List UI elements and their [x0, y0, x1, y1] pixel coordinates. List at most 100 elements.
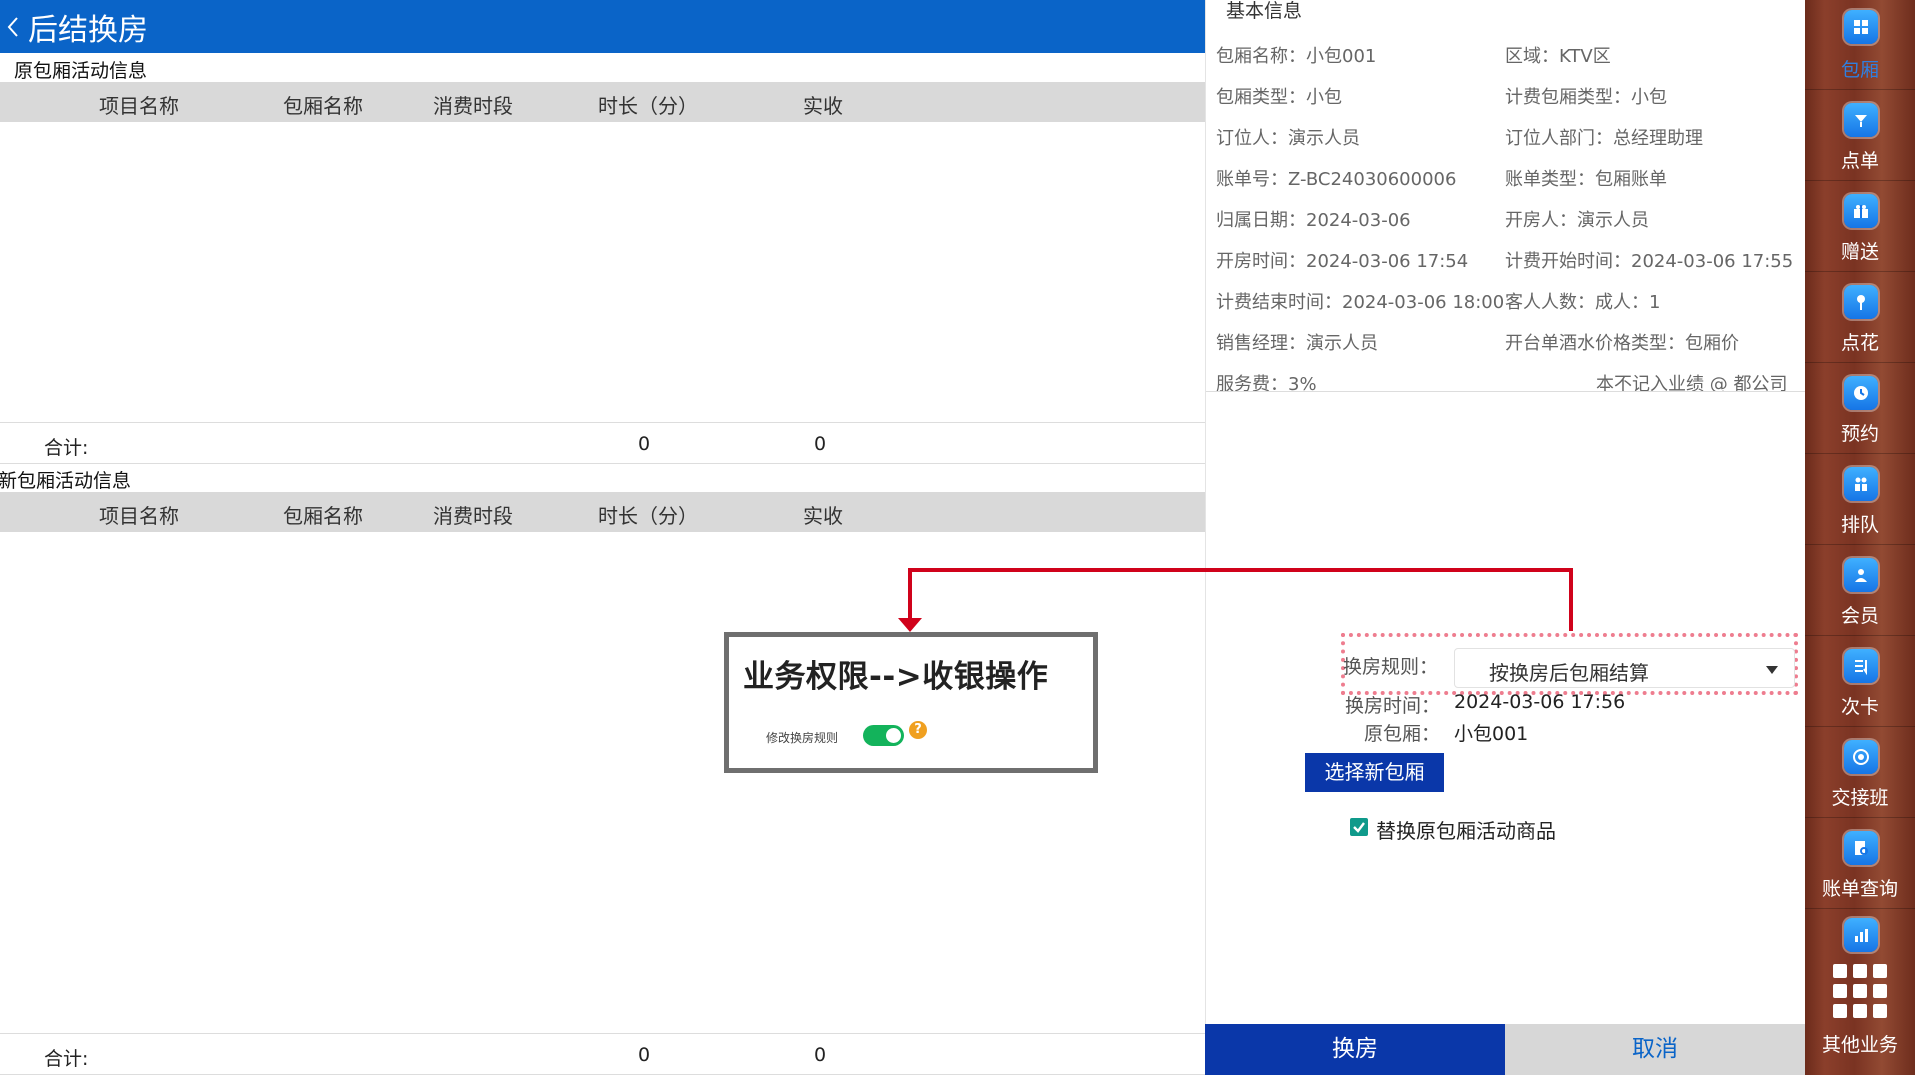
info-area: 区域：KTV区 — [1505, 46, 1611, 67]
info-opener: 开房人：演示人员 — [1505, 210, 1649, 231]
original-room-value: 小包001 — [1454, 723, 1529, 745]
info-open-time: 开房时间：2024-03-06 17:54 — [1216, 251, 1469, 272]
activity-pane: 后结换房 原包厢活动信息 项目名称 包厢名称 消费时段 时长（分） 实收 合计:… — [0, 0, 1205, 1075]
gift-icon — [1844, 194, 1878, 228]
help-icon[interactable]: ? — [909, 721, 927, 739]
info-billing-start: 计费开始时间：2024-03-06 17:55 — [1505, 251, 1794, 272]
info-room-name: 包厢名称：小包001 — [1216, 46, 1377, 67]
info-billing-room-type: 计费包厢类型：小包 — [1505, 87, 1667, 108]
info-pane: 基本信息 包厢名称：小包001 区域：KTV区 包厢类型：小包 计费包厢类型：小… — [1205, 0, 1806, 1075]
rule-select[interactable]: 按换房后包厢结算 — [1454, 648, 1795, 688]
sidebar-item-flower[interactable]: 点花 — [1805, 273, 1915, 363]
info-billing-end: 计费结束时间：2024-03-06 18:00 — [1216, 292, 1505, 313]
col-item-name: 项目名称 — [99, 94, 179, 118]
basic-info-heading: 基本信息 — [1226, 0, 1303, 22]
col-duration: 时长（分） — [598, 94, 698, 118]
dropdown-caret-icon — [1766, 666, 1778, 674]
more-apps-icon[interactable] — [1833, 964, 1887, 1018]
col-item-name: 项目名称 — [99, 504, 179, 528]
replace-activity-checkbox[interactable] — [1350, 818, 1368, 836]
permission-callout: 业务权限-->收银操作 修改换房规则 ? — [724, 632, 1098, 773]
new-table-header: 项目名称 包厢名称 消费时段 时长（分） 实收 — [0, 492, 1205, 532]
total-duration: 0 — [638, 1044, 651, 1066]
sidebar-item-label: 赠送 — [1840, 241, 1879, 263]
sidebar-item-gift[interactable]: 赠送 — [1805, 182, 1915, 272]
handover-icon — [1844, 740, 1878, 774]
original-room-label: 原包厢： — [1364, 723, 1441, 745]
queue-icon — [1844, 467, 1878, 501]
info-guest-count: 客人人数：成人：1 — [1505, 292, 1661, 313]
original-table-body — [0, 122, 1205, 422]
top-bar: 后结换房 — [0, 0, 1205, 53]
basic-info-grid: 包厢名称：小包001 区域：KTV区 包厢类型：小包 计费包厢类型：小包 订位人… — [1206, 36, 1806, 392]
info-booker: 订位人：演示人员 — [1216, 128, 1360, 149]
app-root: 后结换房 原包厢活动信息 项目名称 包厢名称 消费时段 时长（分） 实收 合计:… — [0, 0, 1915, 1075]
cancel-button[interactable]: 取消 — [1505, 1024, 1805, 1075]
select-new-room-button[interactable]: 选择新包厢 — [1305, 753, 1444, 792]
member-icon — [1844, 558, 1878, 592]
info-bill-type: 账单类型：包厢账单 — [1505, 169, 1667, 190]
sidebar-item-label: 会员 — [1840, 605, 1879, 627]
new-section-title: 新包厢活动信息 — [0, 470, 132, 492]
col-received: 实收 — [803, 94, 843, 118]
col-room-name: 包厢名称 — [283, 94, 363, 118]
info-performance-note: 本不记入业绩 @ 都公司 — [1596, 374, 1788, 392]
total-received: 0 — [814, 1044, 827, 1066]
sidebar-item-report[interactable] — [1805, 910, 1915, 952]
col-duration: 时长（分） — [598, 504, 698, 528]
report-icon — [1844, 918, 1878, 952]
col-received: 实收 — [803, 504, 843, 528]
confirm-change-room-button[interactable]: 换房 — [1205, 1024, 1505, 1075]
total-label: 合计: — [44, 1048, 89, 1070]
sidebar-item-member[interactable]: 会员 — [1805, 546, 1915, 636]
info-business-date: 归属日期：2024-03-06 — [1216, 210, 1411, 231]
grid-icon — [1844, 10, 1878, 44]
change-time-label: 换房时间： — [1345, 695, 1441, 717]
sidebar-item-queue[interactable]: 排队 — [1805, 455, 1915, 545]
total-duration: 0 — [638, 433, 651, 455]
info-price-type: 开台单酒水价格类型：包厢价 — [1505, 333, 1739, 354]
order-icon — [1844, 103, 1878, 137]
info-bill-no: 账单号：Z-BC24030600006 — [1216, 169, 1457, 190]
sidebar-item-label: 预约 — [1840, 423, 1879, 445]
sidebar-item-handover[interactable]: 交接班 — [1805, 728, 1915, 818]
flower-icon — [1844, 285, 1878, 319]
info-sales-manager: 销售经理：演示人员 — [1216, 333, 1378, 354]
permission-toggle-label: 修改换房规则 — [766, 731, 839, 745]
original-section-title: 原包厢活动信息 — [14, 60, 148, 82]
sidebar-item-label: 包厢 — [1840, 59, 1879, 81]
check-icon — [1353, 822, 1365, 833]
new-total-row: 合计: 0 0 — [0, 1033, 1205, 1075]
sidebar-item-bill-search[interactable]: 账单查询 — [1805, 819, 1915, 909]
bill-search-icon — [1844, 831, 1878, 865]
page-title: 后结换房 — [28, 12, 148, 48]
total-label: 合计: — [44, 437, 89, 459]
col-room-name: 包厢名称 — [283, 504, 363, 528]
reservation-icon — [1844, 376, 1878, 410]
info-room-type: 包厢类型：小包 — [1216, 87, 1342, 108]
sidebar-item-order[interactable]: 点单 — [1805, 91, 1915, 181]
sidebar-item-card[interactable]: 次卡 — [1805, 637, 1915, 727]
sidebar-item-label: 点花 — [1840, 332, 1879, 354]
info-booker-dept: 订位人部门：总经理助理 — [1505, 128, 1703, 149]
new-table-body — [0, 532, 1205, 1032]
replace-activity-label[interactable]: 替换原包厢活动商品 — [1376, 815, 1556, 844]
permission-path-title: 业务权限-->收银操作 — [743, 659, 1049, 695]
action-bar: 换房 取消 — [1205, 1024, 1805, 1075]
sidebar-item-rooms[interactable]: 包厢 — [1805, 0, 1915, 90]
more-apps-label[interactable]: 其他业务 — [1805, 1030, 1915, 1057]
original-table-header: 项目名称 包厢名称 消费时段 时长（分） 实收 — [0, 82, 1205, 122]
sidebar-item-label: 账单查询 — [1821, 878, 1898, 900]
total-received: 0 — [814, 433, 827, 455]
sidebar-item-label: 次卡 — [1840, 696, 1879, 718]
sidebar-item-label: 排队 — [1840, 514, 1879, 536]
back-button[interactable] — [0, 0, 26, 53]
sidebar-item-label: 点单 — [1840, 150, 1879, 172]
modify-rule-toggle[interactable] — [863, 725, 904, 746]
chevron-left-icon — [7, 16, 18, 37]
col-period: 消费时段 — [433, 94, 513, 118]
rule-select-value: 按换房后包厢结算 — [1489, 661, 1649, 685]
side-nav: 包厢 点单 赠送 点花 预约 排队 会员 次卡 交接班 账单查询 其他业务 — [1805, 0, 1915, 1075]
original-total-row: 合计: 0 0 — [0, 422, 1205, 464]
sidebar-item-reservation[interactable]: 预约 — [1805, 364, 1915, 454]
